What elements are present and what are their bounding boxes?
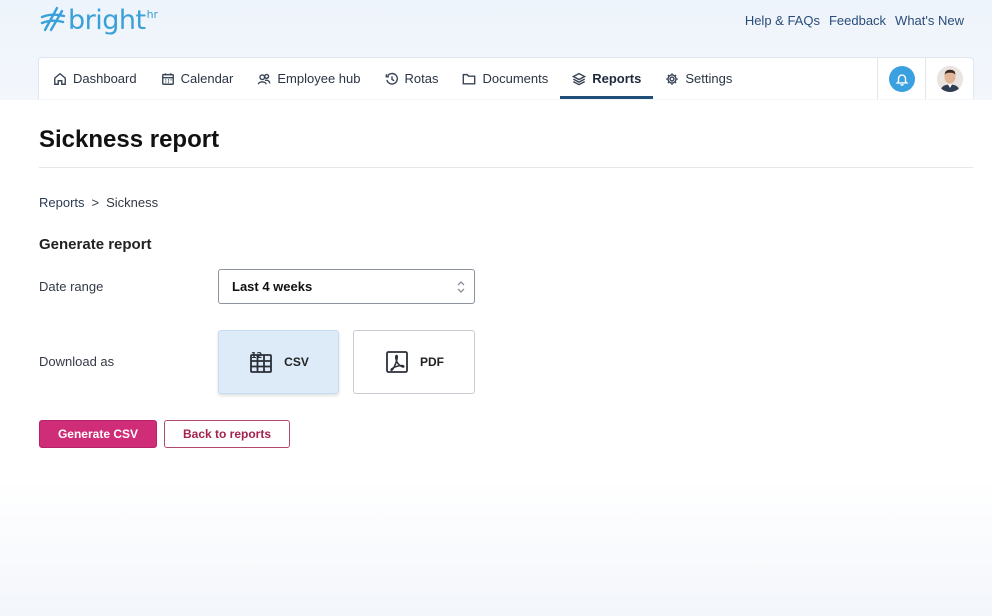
nav-item-label: Dashboard <box>73 71 137 86</box>
brand-logo[interactable]: bright hr <box>40 4 158 38</box>
generate-report-heading: Generate report <box>39 236 152 253</box>
people-icon <box>257 73 271 85</box>
nav-item-dashboard[interactable]: Dashboard <box>53 58 149 99</box>
main-nav: Dashboard Calendar Employee hub Rotas Do… <box>38 57 974 99</box>
svg-text:12: 12 <box>251 351 262 360</box>
nav-item-label: Employee hub <box>277 71 361 86</box>
nav-item-label: Documents <box>482 71 549 86</box>
nav-item-calendar[interactable]: Calendar <box>149 58 246 99</box>
breadcrumb-current: Sickness <box>106 195 159 210</box>
nav-item-label: Calendar <box>180 71 234 86</box>
nav-items: Dashboard Calendar Employee hub Rotas Do… <box>39 58 877 99</box>
profile-cell <box>925 58 973 99</box>
back-to-reports-button[interactable]: Back to reports <box>164 420 290 448</box>
nav-item-documents[interactable]: Documents <box>450 58 560 99</box>
avatar[interactable] <box>936 65 963 92</box>
gear-icon <box>666 72 679 85</box>
breadcrumb: Reports > Sickness <box>39 195 158 210</box>
top-links: Help & FAQs Feedback What's New <box>745 13 964 28</box>
select-arrows-icon <box>457 281 465 293</box>
nav-item-rotas[interactable]: Rotas <box>373 58 451 99</box>
feedback-link[interactable]: Feedback <box>829 13 886 28</box>
brand-suffix: hr <box>146 8 159 21</box>
nav-actions <box>877 58 973 99</box>
nav-item-label: Reports <box>592 71 642 86</box>
pdf-option-label: PDF <box>420 355 444 369</box>
spreadsheet-icon: 12 <box>250 351 273 373</box>
download-as-label: Download as <box>39 354 115 369</box>
download-pdf-option[interactable]: PDF <box>353 330 475 394</box>
page-title: Sickness report <box>39 126 220 153</box>
help-faqs-link[interactable]: Help & FAQs <box>745 13 820 28</box>
notifications-button[interactable] <box>888 65 915 92</box>
bell-icon <box>894 73 909 86</box>
user-avatar-icon <box>936 65 963 92</box>
clock-history-icon <box>385 72 398 85</box>
brand-mark-icon <box>40 6 66 32</box>
calendar-icon <box>161 72 174 85</box>
date-range-select[interactable]: Last 4 weeks <box>218 269 475 304</box>
nav-item-reports[interactable]: Reports <box>560 58 654 99</box>
nav-item-employee-hub[interactable]: Employee hub <box>245 58 372 99</box>
pdf-icon <box>386 351 408 373</box>
brand-name: bright <box>68 5 146 36</box>
home-icon <box>54 72 66 85</box>
generate-csv-button[interactable]: Generate CSV <box>39 420 157 448</box>
notifications-cell <box>877 58 925 99</box>
title-divider <box>39 167 973 168</box>
csv-option-label: CSV <box>284 355 309 369</box>
nav-item-label: Rotas <box>404 71 439 86</box>
date-range-label: Date range <box>39 279 104 294</box>
download-csv-option[interactable]: 12 CSV <box>218 330 339 394</box>
nav-item-settings[interactable]: Settings <box>653 58 744 99</box>
layers-icon <box>572 72 587 85</box>
top-bar: bright hr Help & FAQs Feedback What's Ne… <box>0 0 992 50</box>
breadcrumb-reports-link[interactable]: Reports <box>39 195 85 210</box>
date-range-value: Last 4 weeks <box>232 279 313 294</box>
breadcrumb-separator: > <box>91 195 100 210</box>
whats-new-link[interactable]: What's New <box>895 13 964 28</box>
folder-icon <box>463 73 476 85</box>
nav-item-label: Settings <box>685 71 733 86</box>
